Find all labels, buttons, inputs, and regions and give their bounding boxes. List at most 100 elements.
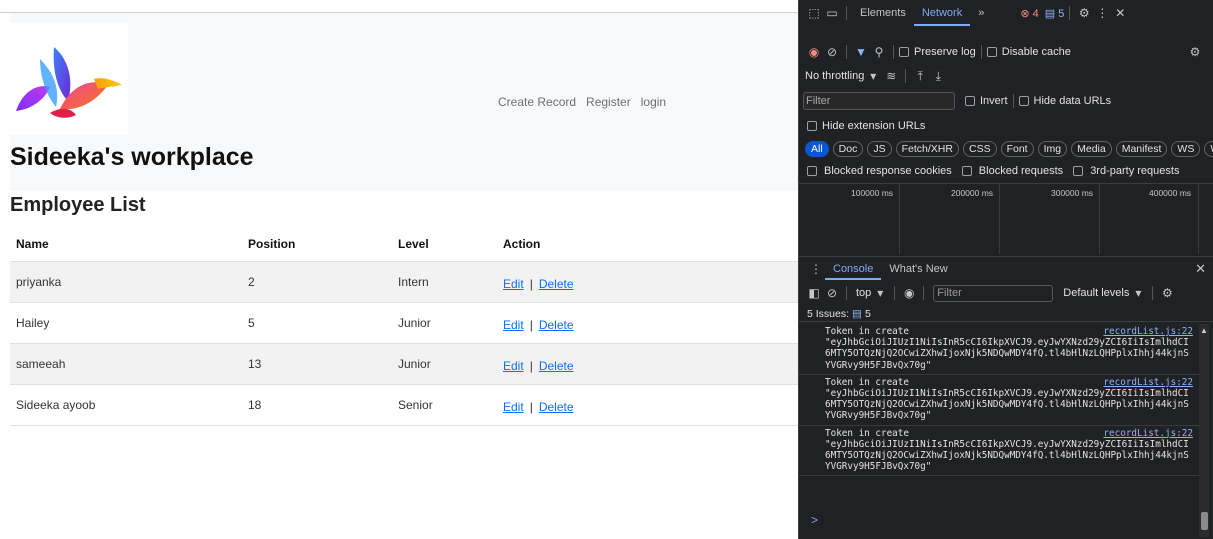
scroll-up-arrow-icon[interactable]: ▲ bbox=[1200, 326, 1208, 335]
tab-elements[interactable]: Elements bbox=[852, 0, 914, 26]
table-row: Sideeka ayoob 18 Senior Edit | Delete bbox=[10, 384, 798, 426]
tab-console[interactable]: Console bbox=[825, 258, 882, 280]
nav-create-record[interactable]: Create Record bbox=[498, 95, 576, 109]
drawer-menu-icon[interactable]: ⋮ bbox=[807, 260, 825, 278]
blocked-response-cookies-checkbox[interactable] bbox=[807, 166, 817, 176]
live-expression-eye-icon[interactable]: ◉ bbox=[900, 284, 918, 302]
cell-position: 18 bbox=[242, 384, 392, 426]
type-filter-ws[interactable]: WS bbox=[1171, 141, 1201, 157]
search-icon[interactable]: ⚲ bbox=[870, 43, 888, 61]
timeline-gridline bbox=[1198, 184, 1199, 254]
column-header-action: Action bbox=[497, 228, 798, 262]
throttling-select[interactable]: No throttling bbox=[805, 70, 864, 82]
error-count-badge[interactable]: ⊗ 4 bbox=[1020, 7, 1038, 20]
more-tabs-icon[interactable]: » bbox=[970, 0, 992, 26]
devtools-tabbar: ⬚ ▭ Elements Network » ⊗ 4 ▤ 5 ⚙ ⋮ ✕ bbox=[799, 0, 1213, 26]
record-icon[interactable]: ◉ bbox=[805, 43, 823, 61]
console-filter-input[interactable]: Filter bbox=[933, 284, 1054, 302]
employee-table: Name Position Level Action priyanka 2 In… bbox=[10, 228, 798, 426]
cell-actions: Edit | Delete bbox=[497, 261, 798, 303]
delete-link[interactable]: Delete bbox=[539, 277, 574, 291]
clear-icon[interactable]: ⊘ bbox=[823, 43, 841, 61]
divider bbox=[1152, 286, 1154, 300]
network-conditions-icon[interactable]: ≋ bbox=[882, 67, 900, 85]
delete-link[interactable]: Delete bbox=[539, 318, 574, 332]
import-har-icon[interactable]: ⤒ bbox=[911, 67, 929, 85]
bird-logo-icon bbox=[16, 47, 122, 118]
table-row: priyanka 2 Intern Edit | Delete bbox=[10, 261, 798, 303]
error-count: 4 bbox=[1032, 7, 1039, 20]
delete-link[interactable]: Delete bbox=[539, 400, 574, 414]
network-filter-input[interactable]: Filter bbox=[803, 92, 955, 110]
network-settings-icon[interactable]: ⚙ bbox=[1186, 43, 1204, 61]
hide-extension-urls-label: Hide extension URLs bbox=[822, 120, 926, 132]
filter-funnel-icon[interactable]: ▼ bbox=[852, 43, 870, 61]
divider bbox=[893, 45, 894, 59]
issues-bar[interactable]: 5 Issues: ▤ 5 bbox=[799, 306, 1213, 322]
issues-badge-icon: ▤ bbox=[852, 307, 862, 320]
type-filter-all[interactable]: All bbox=[805, 141, 829, 157]
clear-console-icon[interactable]: ⊘ bbox=[823, 284, 841, 302]
export-har-icon[interactable]: ⤓ bbox=[929, 67, 947, 85]
hide-extension-urls-checkbox[interactable] bbox=[807, 121, 817, 131]
cell-name: Sideeka ayoob bbox=[10, 384, 242, 426]
log-source-link[interactable]: recordList.js:22 bbox=[1103, 377, 1193, 388]
invert-checkbox[interactable] bbox=[965, 96, 975, 106]
delete-link[interactable]: Delete bbox=[539, 359, 574, 373]
resource-type-filters: All Doc JS Fetch/XHR CSS Font Img Media … bbox=[799, 138, 1213, 160]
bird-logo[interactable] bbox=[10, 23, 128, 135]
timeline-tick: 300000 ms bbox=[1051, 188, 1094, 198]
disable-cache-checkbox[interactable] bbox=[986, 47, 997, 57]
type-filter-js[interactable]: JS bbox=[867, 141, 892, 157]
chevron-down-icon[interactable]: ▾ bbox=[871, 284, 889, 302]
log-levels-select[interactable]: Default levels bbox=[1063, 287, 1129, 299]
console-toolbar: ◧ ⊘ top ▾ ◉ Filter Default levels ▾ ⚙ bbox=[799, 282, 1213, 304]
message-count-badge[interactable]: ▤ 5 bbox=[1045, 7, 1065, 20]
type-filter-css[interactable]: CSS bbox=[962, 141, 997, 157]
type-filter-manifest[interactable]: Manifest bbox=[1115, 141, 1168, 157]
close-devtools-icon[interactable]: ✕ bbox=[1111, 4, 1129, 22]
cell-name: Hailey bbox=[10, 302, 242, 344]
console-prompt[interactable]: > bbox=[811, 513, 818, 527]
kebab-menu-icon[interactable]: ⋮ bbox=[1093, 4, 1111, 22]
action-separator: | bbox=[529, 358, 533, 373]
blocked-requests-checkbox[interactable] bbox=[961, 166, 972, 176]
log-source-link[interactable]: recordList.js:22 bbox=[1103, 326, 1193, 337]
chevron-down-icon[interactable]: ▾ bbox=[1129, 284, 1147, 302]
settings-gear-icon[interactable]: ⚙ bbox=[1075, 4, 1093, 22]
hide-data-urls-label: Hide data URLs bbox=[1033, 95, 1112, 107]
preserve-log-checkbox[interactable] bbox=[899, 47, 909, 57]
third-party-checkbox[interactable] bbox=[1073, 166, 1084, 176]
edit-link[interactable]: Edit bbox=[503, 400, 524, 414]
network-toolbar-2: No throttling ▾ ≋ ⤒ ⤓ bbox=[799, 64, 1213, 88]
tab-whats-new[interactable]: What's New bbox=[881, 263, 955, 275]
sidebar-toggle-icon[interactable]: ◧ bbox=[805, 284, 823, 302]
type-filter-img[interactable]: Img bbox=[1037, 141, 1068, 157]
context-select[interactable]: top bbox=[856, 287, 871, 299]
edit-link[interactable]: Edit bbox=[503, 318, 524, 332]
table-row: sameeah 13 Junior Edit | Delete bbox=[10, 343, 798, 385]
tab-network[interactable]: Network bbox=[913, 0, 971, 26]
nav-login[interactable]: login bbox=[641, 95, 666, 109]
invert-label: Invert bbox=[980, 95, 1008, 107]
edit-link[interactable]: Edit bbox=[503, 277, 524, 291]
cell-actions: Edit | Delete bbox=[497, 384, 798, 426]
nav-register[interactable]: Register bbox=[586, 95, 631, 109]
console-scrollbar[interactable]: ▲ bbox=[1199, 324, 1209, 537]
type-filter-doc[interactable]: Doc bbox=[832, 141, 864, 157]
log-source-link[interactable]: recordList.js:22 bbox=[1103, 428, 1193, 439]
type-filter-media[interactable]: Media bbox=[1071, 141, 1112, 157]
network-timeline-overview[interactable]: 100000 ms 200000 ms 300000 ms 400000 ms bbox=[799, 183, 1213, 254]
cell-position: 13 bbox=[242, 343, 392, 385]
type-filter-wasm[interactable]: Wasm bbox=[1204, 141, 1213, 157]
hide-data-urls-checkbox[interactable] bbox=[1018, 96, 1029, 106]
scroll-thumb[interactable] bbox=[1201, 512, 1208, 530]
chevron-down-icon[interactable]: ▾ bbox=[864, 67, 882, 85]
close-drawer-icon[interactable]: ✕ bbox=[1195, 261, 1206, 277]
device-toolbar-icon[interactable]: ▭ bbox=[823, 4, 841, 22]
edit-link[interactable]: Edit bbox=[503, 359, 524, 373]
type-filter-font[interactable]: Font bbox=[1000, 141, 1034, 157]
inspect-element-icon[interactable]: ⬚ bbox=[805, 4, 823, 22]
type-filter-fetch-xhr[interactable]: Fetch/XHR bbox=[895, 141, 959, 157]
console-settings-icon[interactable]: ⚙ bbox=[1158, 284, 1176, 302]
